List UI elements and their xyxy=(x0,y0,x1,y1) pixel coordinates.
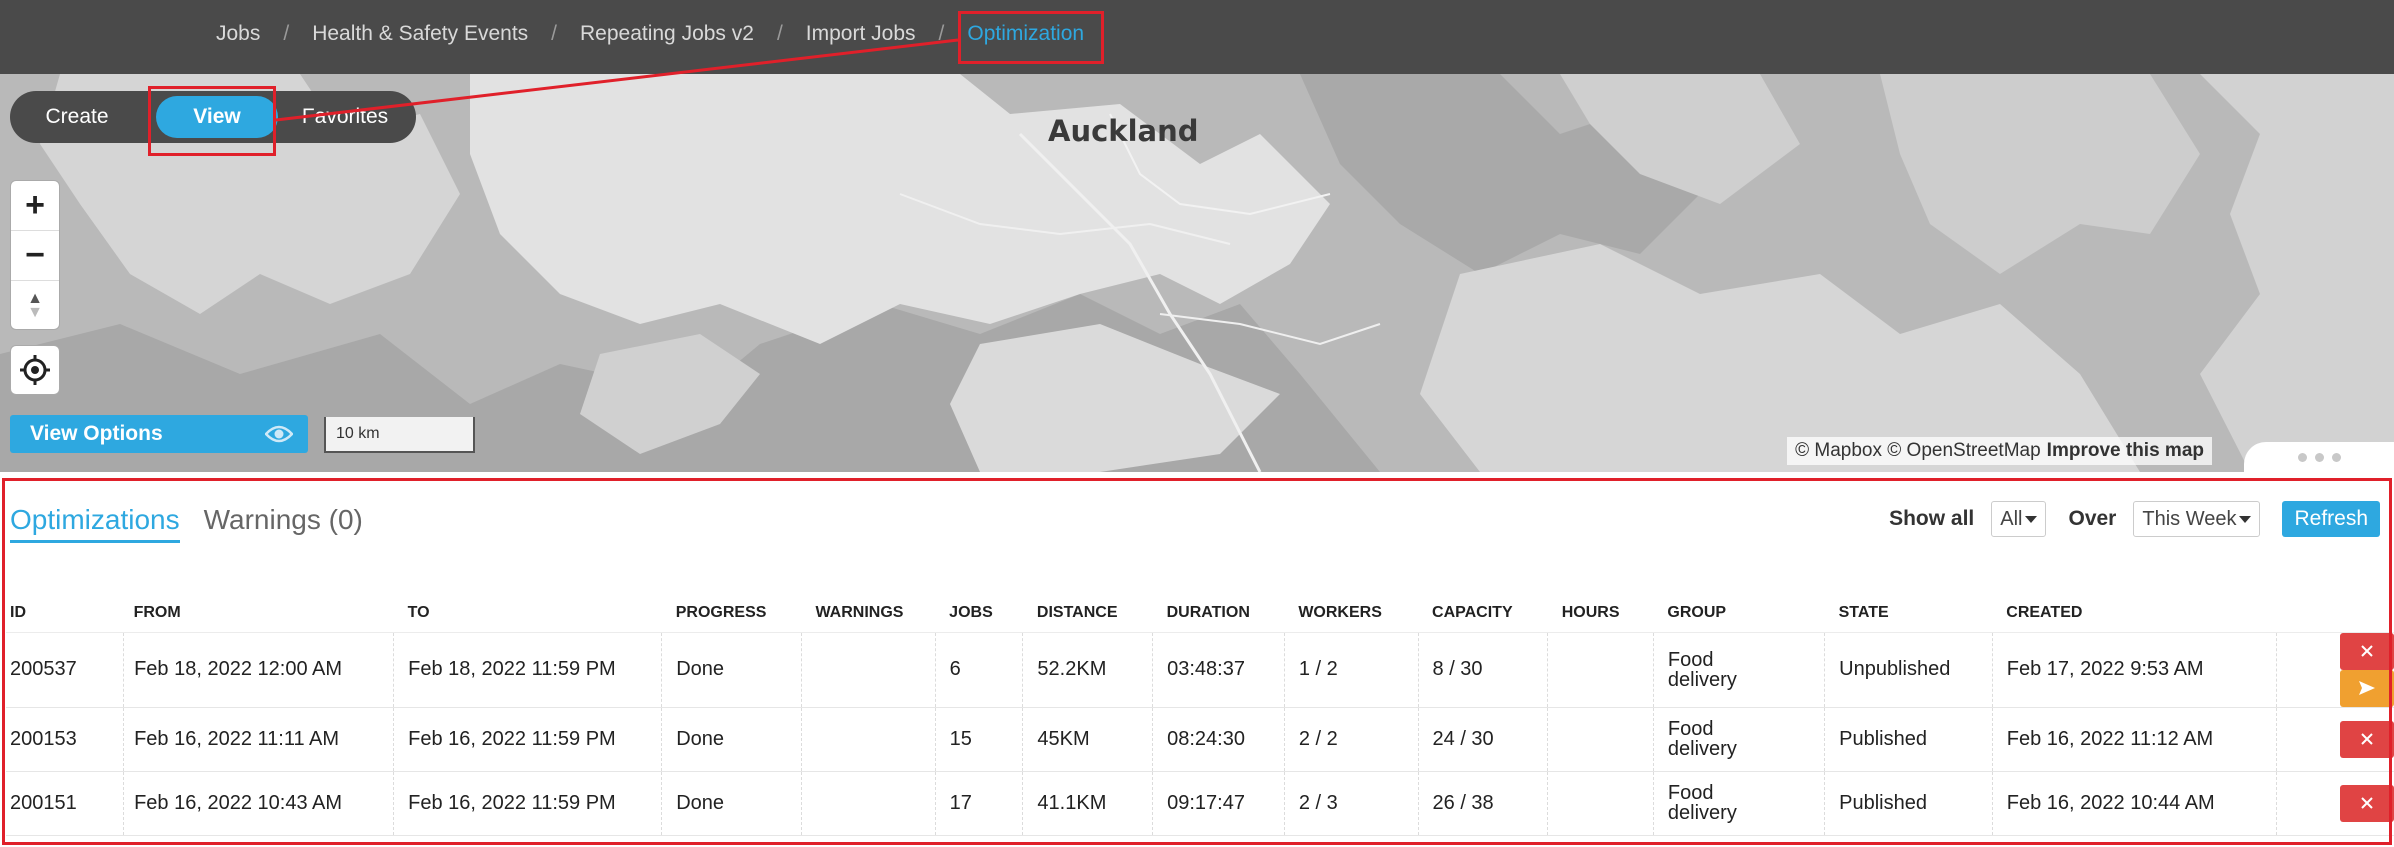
highlight-connector-line xyxy=(275,38,959,122)
